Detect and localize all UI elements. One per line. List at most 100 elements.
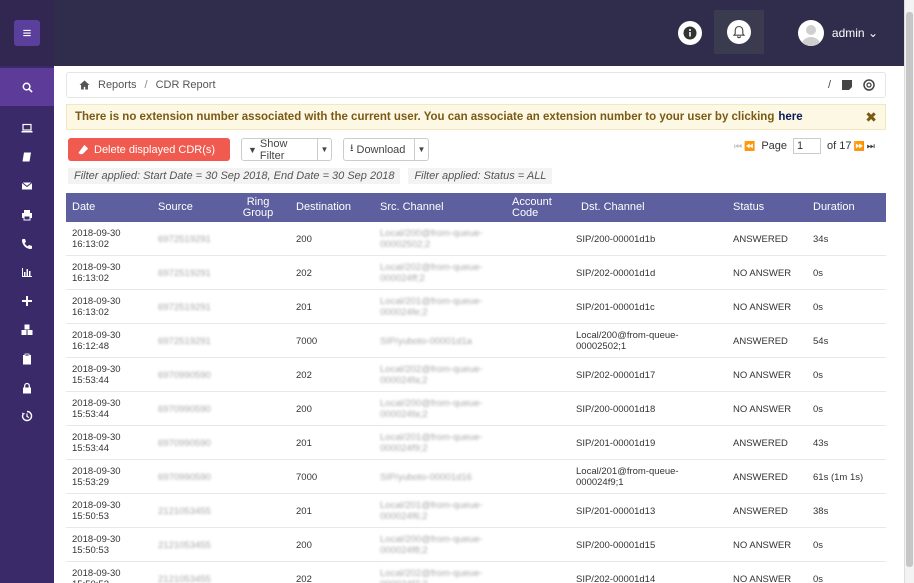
cell-dest: 201 [296, 505, 312, 517]
col-account-code[interactable]: Account Code [512, 193, 562, 222]
plus-icon [22, 296, 32, 307]
cell-acct [512, 222, 562, 256]
cell-src: Local/201@from-queue-000024f6;2 [380, 500, 483, 522]
sidebar-search[interactable] [0, 68, 54, 106]
cell-dur: 0s [813, 539, 824, 551]
cell-date: 2018-09-30 16:13:02 [72, 228, 121, 250]
phone-icon [22, 238, 32, 249]
cell-source: 6972519291 [158, 335, 211, 347]
avatar[interactable] [797, 20, 824, 46]
prev-page-icon[interactable]: ⏪ [744, 141, 755, 152]
sidebar-item-book[interactable] [0, 143, 54, 172]
cell-status: NO ANSWER [733, 403, 792, 415]
scrollbar-thumb[interactable] [906, 12, 913, 567]
sidebar-item-modules[interactable] [0, 316, 54, 345]
lock-icon [23, 382, 31, 394]
cell-dest: 200 [296, 233, 312, 245]
cell-dest: 201 [296, 301, 312, 313]
col-destination[interactable]: Destination [296, 193, 351, 222]
show-filter-button[interactable]: ▼ Show Filter ▼ [241, 137, 332, 162]
sidebar-item-lock[interactable] [0, 373, 54, 402]
table-row: 2018-09-30 15:53:44 6970990590 202 Local/20… [66, 358, 886, 392]
cell-dest: 201 [296, 437, 312, 449]
first-page-icon[interactable]: ⏮ [734, 141, 742, 152]
col-ring-group[interactable]: Ring Group [240, 193, 276, 222]
cell-dur: 0s [813, 573, 824, 583]
cell-source: 2121053455 [158, 573, 211, 583]
page-input[interactable]: 1 [793, 138, 822, 154]
sidebar-item-print[interactable] [0, 200, 54, 229]
cell-acct [512, 358, 562, 392]
next-page-icon[interactable]: ⏩ [854, 141, 865, 152]
col-date[interactable]: Date [72, 193, 95, 222]
sidebar-item-mail[interactable] [0, 172, 54, 201]
sidebar-item-chart[interactable] [0, 258, 54, 287]
cell-dest: 202 [296, 267, 312, 279]
breadcrumb-reports[interactable]: Reports [98, 79, 137, 91]
breadcrumb-current: CDR Report [155, 79, 216, 91]
sidebar-item-add[interactable] [0, 287, 54, 316]
sidebar-item-phone[interactable] [0, 229, 54, 258]
home-icon[interactable] [79, 80, 90, 90]
notifications-button[interactable] [713, 10, 764, 54]
search-icon [22, 82, 33, 93]
cell-src: Local/200@from-queue-00002502;2 [380, 228, 483, 250]
sticky-note-icon[interactable] [841, 79, 853, 91]
last-page-icon[interactable]: ⏭ [867, 141, 875, 152]
col-duration[interactable]: Duration [813, 193, 855, 222]
delete-cdrs-button[interactable]: Delete displayed CDR(s) [68, 138, 230, 161]
filter-dropdown-toggle[interactable]: ▼ [317, 139, 331, 160]
cell-ring [240, 528, 276, 562]
bell-icon [726, 20, 751, 44]
filter-date: Filter applied: Start Date = 30 Sep 2018… [68, 168, 401, 184]
cell-dst: SIP/201-00001d13 [576, 505, 656, 517]
sidebar-item-clipboard[interactable] [0, 344, 54, 373]
cell-dst: SIP/200-00001d15 [576, 539, 656, 551]
cell-src: Local/200@from-queue-000024fa;2 [380, 398, 483, 420]
warning-text: There is no extension number associated … [75, 111, 775, 123]
cell-acct [512, 392, 562, 426]
sidebar-item-history[interactable] [0, 402, 54, 431]
download-button[interactable]: ⭳ Download ▼ [343, 138, 429, 161]
cell-source: 6970990590 [158, 369, 211, 381]
cell-source: 6972519291 [158, 267, 211, 279]
scrollbar[interactable] [904, 0, 914, 583]
col-dst-channel[interactable]: Dst. Channel [581, 193, 645, 222]
table-row: 2018-09-30 16:13:02 6972519291 202 Local/20… [66, 256, 886, 290]
chart-icon [22, 268, 32, 278]
cell-date: 2018-09-30 16:13:02 [72, 262, 121, 284]
cell-acct [512, 460, 562, 494]
col-source[interactable]: Source [158, 193, 193, 222]
show-filter-label: Show Filter [259, 137, 288, 162]
col-src-channel[interactable]: Src. Channel [380, 193, 444, 222]
warning-alert: There is no extension number associated … [66, 104, 886, 130]
sidebar-item-laptop[interactable] [0, 114, 54, 143]
main-content: Reports / CDR Report / There is no exten… [54, 66, 904, 583]
cell-status: NO ANSWER [733, 539, 792, 551]
page-of-label: of 17 [827, 140, 852, 152]
warning-link[interactable]: here [778, 111, 802, 123]
cell-source: 2121053455 [158, 505, 211, 517]
cell-source: 6970990590 [158, 471, 211, 483]
close-icon[interactable]: ✖ [865, 109, 877, 126]
info-icon[interactable] [677, 21, 702, 45]
hamburger-menu-icon[interactable]: ≡ [14, 20, 40, 46]
cell-ring [240, 426, 276, 460]
cell-ring [240, 290, 276, 324]
cell-status: ANSWERED [733, 335, 788, 347]
cell-dest: 7000 [296, 471, 318, 483]
col-status[interactable]: Status [733, 193, 764, 222]
cell-date: 2018-09-30 15:53:44 [72, 432, 121, 454]
cell-dst: SIP/202-00001d17 [576, 369, 656, 381]
cell-ring [240, 460, 276, 494]
cell-date: 2018-09-30 16:12:48 [72, 330, 121, 352]
cell-src: Local/200@from-queue-000024f8;2 [380, 534, 483, 556]
support-icon[interactable] [863, 79, 875, 91]
download-dropdown-toggle[interactable]: ▼ [414, 139, 428, 160]
table-row: 2018-09-30 15:50:53 2121053455 202 Local/20… [66, 562, 886, 583]
cell-ring [240, 494, 276, 528]
table-row: 2018-09-30 16:13:02 6972519291 200 Local/20… [66, 222, 886, 256]
user-menu[interactable]: admin ⌄ [832, 26, 878, 40]
envelope-icon [21, 182, 33, 190]
page-label: Page [761, 140, 788, 152]
